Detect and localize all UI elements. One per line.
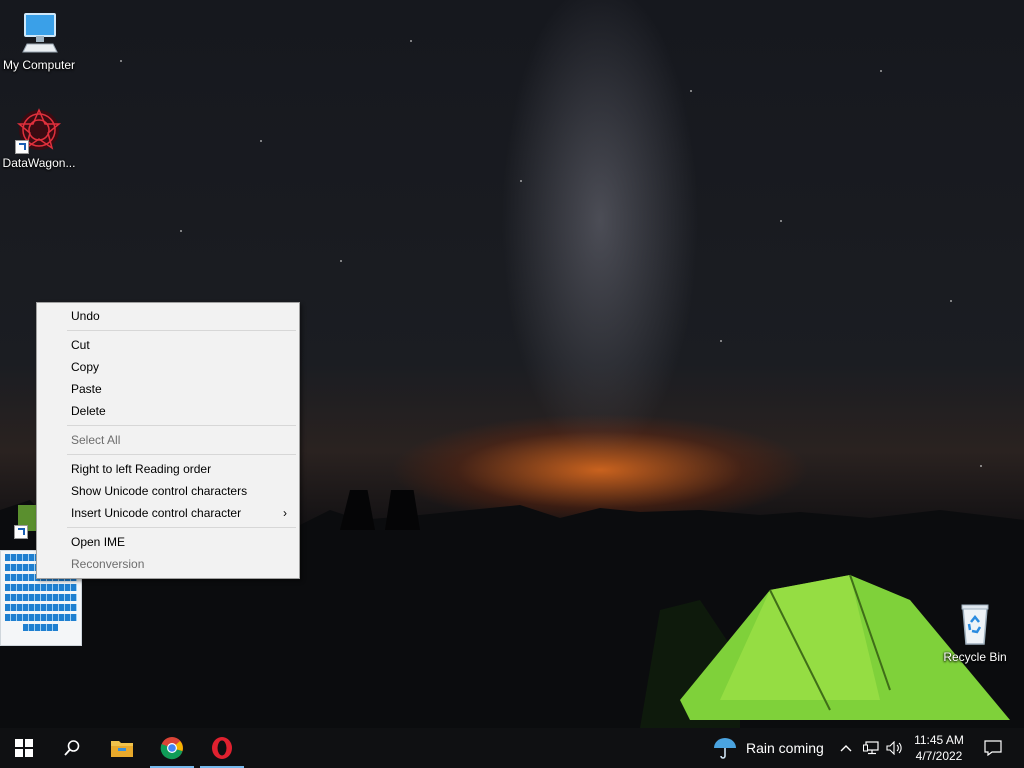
search-icon	[64, 740, 80, 756]
menu-item-paste[interactable]: Paste	[39, 378, 297, 400]
windows-start-icon	[15, 739, 33, 757]
menu-item-reconversion: Reconversion	[39, 553, 297, 575]
taskbar-file-explorer[interactable]	[98, 728, 146, 768]
clock[interactable]: 11:45 AM 4/7/2022	[908, 728, 970, 768]
desktop-icon-my-computer[interactable]: My Computer	[0, 8, 78, 72]
search-button[interactable]	[48, 728, 96, 768]
menu-item-label: Undo	[71, 309, 100, 323]
volume-icon	[886, 741, 902, 755]
menu-item-insert-unicode[interactable]: Insert Unicode control character ›	[39, 502, 297, 524]
file-explorer-icon	[111, 741, 133, 757]
menu-item-label: Insert Unicode control character	[71, 506, 242, 520]
start-button[interactable]	[0, 728, 48, 768]
shortcut-arrow-icon	[14, 525, 28, 539]
text-context-menu: Undo Cut Copy Paste Delete Select All Ri…	[36, 302, 300, 579]
menu-separator	[67, 330, 296, 331]
menu-item-right-to-left[interactable]: Right to left Reading order	[39, 458, 297, 480]
umbrella-icon	[714, 738, 736, 759]
show-hidden-icons-button[interactable]	[836, 728, 856, 768]
menu-item-label: Open IME	[71, 535, 126, 549]
menu-separator	[67, 454, 296, 455]
menu-item-show-unicode[interactable]: Show Unicode control characters	[39, 480, 297, 502]
shortcut-arrow-icon	[15, 140, 29, 154]
datawagon-app-icon	[15, 106, 63, 154]
clock-date: 4/7/2022	[915, 749, 963, 763]
chevron-right-icon: ›	[283, 506, 287, 520]
taskbar-chrome[interactable]	[148, 728, 196, 768]
menu-item-label: Select All	[71, 433, 121, 447]
chrome-icon	[160, 737, 183, 760]
desktop-icon-datawagon[interactable]: DataWagon...	[0, 106, 78, 170]
desktop-icon-label: My Computer	[2, 58, 76, 72]
chevron-up-icon	[840, 745, 852, 752]
menu-item-copy[interactable]: Copy	[39, 356, 297, 378]
menu-item-label: Paste	[71, 382, 102, 396]
menu-item-label: Show Unicode control characters	[71, 484, 248, 498]
menu-item-label: Reconversion	[71, 557, 145, 571]
recycle-bin-icon	[951, 600, 999, 648]
menu-item-undo[interactable]: Undo	[39, 305, 297, 327]
volume-button[interactable]	[884, 728, 906, 768]
menu-item-label: Right to left Reading order	[71, 462, 212, 476]
desktop-icon-label: DataWagon...	[2, 156, 76, 170]
taskbar-opera[interactable]	[198, 728, 246, 768]
clock-time: 11:45 AM	[914, 733, 964, 747]
network-icon	[863, 741, 879, 755]
menu-item-open-ime[interactable]: Open IME	[39, 531, 297, 553]
desktop-icon-recycle-bin[interactable]: Recycle Bin	[936, 600, 1014, 664]
weather-text: Rain coming	[746, 740, 824, 756]
minecraft-shortcut-icon[interactable]	[14, 505, 38, 539]
menu-item-label: Copy	[71, 360, 100, 374]
opera-icon	[212, 737, 232, 759]
taskbar: Rain coming 11:45 AM 4/7/2022	[0, 728, 1024, 768]
network-button[interactable]	[860, 728, 882, 768]
desktop-icon-label: Recycle Bin	[943, 650, 1007, 664]
weather-widget[interactable]: Rain coming	[712, 728, 832, 768]
menu-item-cut[interactable]: Cut	[39, 334, 297, 356]
menu-item-select-all: Select All	[39, 429, 297, 451]
menu-item-label: Delete	[71, 404, 106, 418]
menu-item-delete[interactable]: Delete	[39, 400, 297, 422]
action-center-icon	[984, 740, 1002, 756]
menu-separator	[67, 527, 296, 528]
menu-item-label: Cut	[71, 338, 90, 352]
action-center-button[interactable]	[976, 728, 1010, 768]
menu-separator	[67, 425, 296, 426]
computer-icon	[15, 8, 63, 56]
